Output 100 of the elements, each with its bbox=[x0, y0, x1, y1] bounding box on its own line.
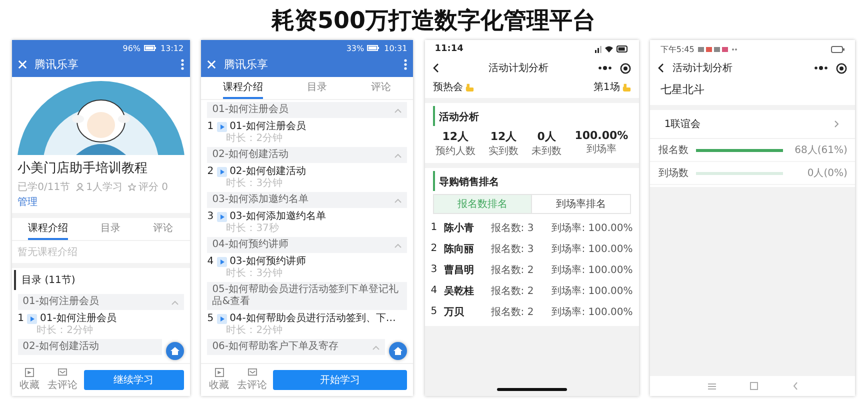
learners-text: 1人学习 bbox=[86, 181, 122, 194]
intro-text: 暂无课程介绍 bbox=[16, 246, 79, 260]
section-header[interactable]: 04-如何预约讲师 bbox=[207, 237, 408, 253]
home-button[interactable] bbox=[166, 342, 184, 360]
square-icon[interactable] bbox=[750, 382, 758, 390]
section-header[interactable]: 01-如何注册会员 bbox=[207, 102, 408, 118]
lesson-title[interactable]: 01-如何注册会员 bbox=[230, 121, 306, 133]
signup-count: 报名数: 2 bbox=[490, 264, 535, 276]
section-header[interactable]: 03-如何添加邀约名单 bbox=[207, 192, 408, 208]
status-time: 10:31 bbox=[384, 44, 408, 52]
home-indicator bbox=[496, 388, 567, 391]
pointing-hand-icon bbox=[622, 82, 631, 92]
back-icon[interactable] bbox=[432, 63, 439, 73]
battery-icon bbox=[831, 46, 846, 52]
stat-label: 实到数 bbox=[488, 144, 518, 158]
section-title: 02-如何创建活动 bbox=[212, 149, 290, 161]
section-heading: 活动分析 bbox=[432, 106, 639, 126]
signup-count: 报名数: 2 bbox=[490, 284, 535, 298]
person-name: 陈小青 bbox=[444, 222, 475, 234]
video-icon bbox=[25, 368, 34, 377]
lesson-duration: 时长：2分钟 bbox=[225, 325, 284, 336]
person-icon bbox=[76, 183, 84, 191]
home-icon bbox=[170, 346, 180, 356]
home-button[interactable] bbox=[389, 342, 408, 360]
section-heading: 导购销售排名 bbox=[432, 171, 639, 191]
tab[interactable]: 目录 bbox=[100, 218, 121, 240]
battery-level: 96% bbox=[122, 44, 141, 52]
event-name: 1联谊会 bbox=[664, 118, 701, 131]
rating-text: 评分 0 bbox=[138, 181, 168, 194]
ranking-tab[interactable]: 报名数排名 bbox=[434, 195, 532, 213]
action-button[interactable]: 收藏 bbox=[207, 368, 232, 392]
nav-title: 活动计划分析 bbox=[487, 62, 550, 75]
stat-value: 12人 bbox=[442, 129, 468, 144]
lesson-title[interactable]: 03-如何添加邀约名单 bbox=[230, 211, 326, 223]
battery-icon bbox=[144, 45, 156, 51]
lesson-title[interactable]: 01-如何注册会员 bbox=[40, 313, 116, 325]
stat-label: 预约人数 bbox=[435, 145, 476, 158]
target-icon[interactable] bbox=[620, 62, 631, 74]
section-header[interactable]: 02-如何创建活动 bbox=[18, 339, 162, 355]
catalog-heading: 目录 (11节) bbox=[14, 270, 190, 290]
stat-value: 0人 bbox=[537, 129, 556, 144]
battery-level: 33% bbox=[346, 44, 364, 52]
lesson-number: 1 bbox=[207, 121, 214, 133]
section-title: 05-如何帮助会员进行活动签到下单登记礼品&查看 bbox=[212, 284, 400, 308]
progress-text: 已学0/11节 bbox=[18, 180, 70, 194]
lesson-title[interactable]: 04-如何帮助会员进行活动签到、下… bbox=[230, 313, 396, 325]
attendance-rate: 到场率: 100.00% bbox=[552, 284, 633, 298]
primary-button[interactable]: 继续学习 bbox=[84, 370, 184, 390]
event-row[interactable]: 1联谊会 bbox=[650, 110, 856, 139]
stat-value: 100.00% bbox=[574, 129, 628, 142]
tab[interactable]: 课程介绍 bbox=[223, 77, 264, 99]
action-button[interactable]: 收藏 bbox=[18, 368, 42, 392]
chevron-right-icon bbox=[834, 120, 840, 128]
lesson-title[interactable]: 03-如何预约讲师 bbox=[230, 256, 306, 268]
star-icon bbox=[128, 183, 136, 191]
close-icon[interactable] bbox=[207, 60, 216, 68]
attendance-rate: 到场率: 100.00% bbox=[552, 264, 633, 276]
section-title: 04-如何预约讲师 bbox=[212, 239, 290, 251]
more-icon[interactable] bbox=[598, 65, 612, 71]
play-icon bbox=[26, 314, 37, 324]
close-icon[interactable] bbox=[18, 60, 27, 68]
home-icon bbox=[393, 346, 404, 356]
tab[interactable]: 课程介绍 bbox=[28, 218, 68, 240]
tab[interactable]: 评论 bbox=[371, 77, 392, 99]
primary-button[interactable]: 开始学习 bbox=[273, 370, 408, 390]
status-time: 11:14 bbox=[434, 44, 464, 54]
bar-value: 68人(61%) bbox=[794, 144, 848, 157]
manage-link[interactable]: 管理 bbox=[18, 195, 38, 209]
signup-count: 报名数: 2 bbox=[490, 306, 535, 318]
target-icon[interactable] bbox=[836, 62, 848, 74]
tab[interactable]: 目录 bbox=[307, 77, 328, 99]
section-header[interactable]: 05-如何帮助会员进行活动签到下单登记礼品&查看 bbox=[207, 282, 408, 310]
attendance-rate: 到场率: 100.00% bbox=[552, 222, 633, 234]
stat-label: 到场率 bbox=[586, 142, 616, 156]
bar-value: 0人(0%) bbox=[806, 167, 848, 180]
lesson-number: 1 bbox=[18, 313, 24, 325]
ranking-tab[interactable]: 到场率排名 bbox=[532, 195, 630, 213]
action-button[interactable]: 去评论 bbox=[235, 368, 270, 392]
lesson-title[interactable]: 02-如何创建活动 bbox=[230, 166, 306, 178]
play-icon bbox=[216, 314, 227, 324]
session-name: 第1场 bbox=[593, 81, 620, 94]
menu-icon[interactable] bbox=[708, 382, 716, 390]
section-header[interactable]: 02-如何创建活动 bbox=[207, 147, 408, 163]
status-time: 13:12 bbox=[160, 44, 184, 52]
video-icon bbox=[214, 368, 224, 377]
rank-number: 2 bbox=[430, 243, 438, 254]
back-icon[interactable] bbox=[658, 63, 664, 73]
battery-icon bbox=[367, 45, 380, 51]
rank-number: 4 bbox=[430, 285, 438, 296]
section-header[interactable]: 06-如何帮助客户下单及寄存 bbox=[207, 339, 386, 355]
person-name: 曹昌明 bbox=[444, 264, 475, 276]
notification-icons bbox=[698, 46, 738, 52]
action-button[interactable]: 去评论 bbox=[46, 368, 80, 392]
tab[interactable]: 评论 bbox=[153, 218, 174, 240]
rank-number: 1 bbox=[430, 222, 438, 233]
section-header[interactable]: 01-如何注册会员 bbox=[18, 294, 184, 310]
lesson-duration: 时长：2分钟 bbox=[36, 325, 94, 336]
section-title: 06-如何帮助客户下单及寄存 bbox=[212, 341, 340, 353]
more-icon[interactable] bbox=[814, 65, 828, 71]
envelope-icon bbox=[248, 368, 257, 377]
